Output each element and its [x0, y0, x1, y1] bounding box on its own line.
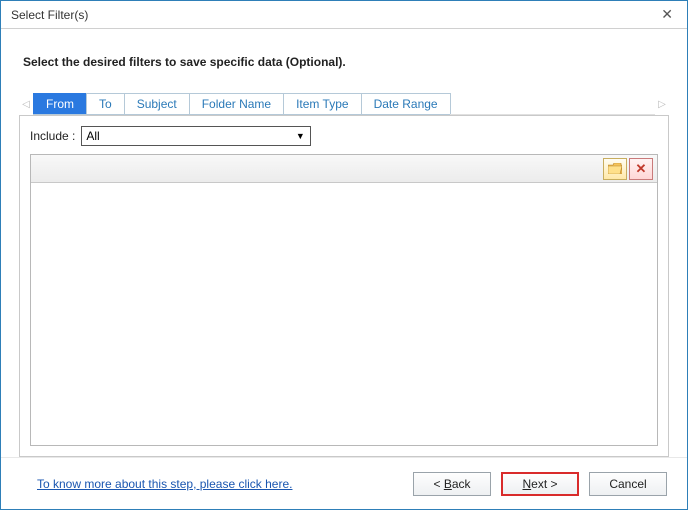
tab-strip: ◁ From To Subject Folder Name Item Type … [19, 93, 669, 115]
tab-from[interactable]: From [33, 93, 87, 114]
select-filters-dialog: Select Filter(s) ✕ Select the desired fi… [0, 0, 688, 510]
tab-item-type[interactable]: Item Type [283, 93, 361, 114]
list-toolbar: ✕ [31, 155, 657, 183]
back-button-label: < Back [433, 477, 470, 491]
tab-strip-fill [450, 93, 655, 115]
tabs-container: From To Subject Folder Name Item Type Da… [33, 93, 450, 115]
include-label: Include : [30, 129, 75, 143]
tab-date-range[interactable]: Date Range [361, 93, 451, 114]
tab-scroll-right-icon[interactable]: ▷ [655, 99, 669, 110]
chevron-down-icon: ▼ [292, 128, 308, 144]
tab-panel-from: Include : All ▼ ✕ [19, 115, 669, 457]
next-button[interactable]: Next > [501, 472, 579, 496]
close-icon[interactable]: ✕ [655, 4, 679, 25]
footer: To know more about this step, please cli… [1, 457, 687, 509]
delete-icon: ✕ [636, 162, 647, 175]
tab-scroll-left-icon[interactable]: ◁ [19, 99, 33, 110]
include-row: Include : All ▼ [30, 126, 658, 146]
browse-folder-button[interactable] [603, 158, 627, 180]
remove-button[interactable]: ✕ [629, 158, 653, 180]
tab-folder-name[interactable]: Folder Name [189, 93, 284, 114]
tab-to[interactable]: To [86, 93, 125, 114]
button-row: < Back Next > Cancel [413, 472, 667, 496]
filter-list-body[interactable] [31, 183, 657, 445]
content-area: Select the desired filters to save speci… [1, 29, 687, 457]
filter-list-container: ✕ [30, 154, 658, 446]
include-dropdown[interactable]: All ▼ [81, 126, 311, 146]
instruction-text: Select the desired filters to save speci… [23, 55, 669, 69]
help-link[interactable]: To know more about this step, please cli… [37, 477, 292, 491]
tab-subject[interactable]: Subject [124, 93, 190, 114]
titlebar: Select Filter(s) ✕ [1, 1, 687, 29]
cancel-button[interactable]: Cancel [589, 472, 667, 496]
include-selected-value: All [86, 129, 99, 143]
dialog-title: Select Filter(s) [11, 8, 88, 22]
back-button[interactable]: < Back [413, 472, 491, 496]
next-button-label: Next > [522, 477, 557, 491]
folder-icon [608, 163, 622, 174]
